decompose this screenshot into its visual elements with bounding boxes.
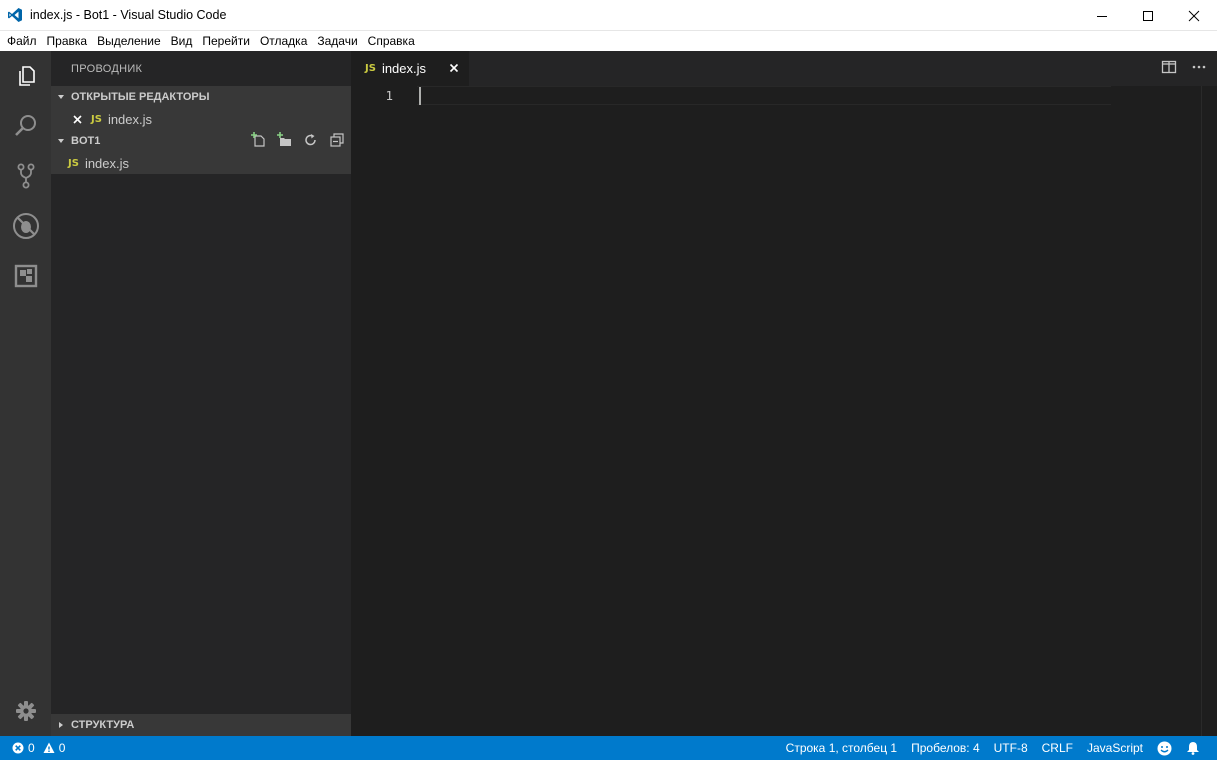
menu-edit[interactable]: Правка xyxy=(42,31,93,51)
title-bar: index.js - Bot1 - Visual Studio Code xyxy=(0,0,1217,31)
extensions-icon[interactable] xyxy=(0,251,51,301)
outline-label: СТРУКТУРА xyxy=(71,719,135,731)
error-icon xyxy=(12,742,24,754)
problems-indicator[interactable]: 0 0 xyxy=(0,741,65,755)
open-editors-header[interactable]: ОТКРЫТЫЕ РЕДАКТОРЫ xyxy=(51,86,351,108)
open-editor-item[interactable]: JS index.js xyxy=(51,108,351,130)
tab-label: index.js xyxy=(381,61,427,76)
bell-icon[interactable] xyxy=(1179,741,1207,755)
language-mode[interactable]: JavaScript xyxy=(1080,741,1150,755)
gear-icon[interactable] xyxy=(0,686,51,736)
debug-icon[interactable] xyxy=(0,201,51,251)
encoding[interactable]: UTF-8 xyxy=(987,741,1035,755)
split-editor-icon[interactable] xyxy=(1161,59,1177,78)
chevron-down-icon xyxy=(51,137,71,145)
status-bar: 0 0 Строка 1, столбец 1 Пробелов: 4 UTF-… xyxy=(0,736,1217,760)
menu-help[interactable]: Справка xyxy=(363,31,420,51)
js-file-icon: JS xyxy=(365,63,376,74)
more-actions-icon[interactable] xyxy=(1191,59,1207,78)
activity-bar xyxy=(0,51,51,736)
end-of-line[interactable]: CRLF xyxy=(1035,741,1080,755)
explorer-icon[interactable] xyxy=(0,51,51,101)
tab-index-js[interactable]: JS index.js xyxy=(351,51,469,86)
refresh-icon[interactable] xyxy=(303,132,319,151)
collapse-all-icon[interactable] xyxy=(329,132,345,151)
cursor-position[interactable]: Строка 1, столбец 1 xyxy=(779,741,904,755)
menu-tasks[interactable]: Задачи xyxy=(312,31,362,51)
explorer-sidebar: ПРОВОДНИК ОТКРЫТЫЕ РЕДАКТОРЫ JS index.js… xyxy=(51,51,351,736)
search-icon[interactable] xyxy=(0,101,51,151)
source-control-icon[interactable] xyxy=(0,151,51,201)
folder-header[interactable]: BOT1 xyxy=(51,130,351,152)
error-count: 0 xyxy=(28,741,35,755)
minimize-icon[interactable] xyxy=(1079,0,1125,31)
close-icon[interactable] xyxy=(1171,0,1217,31)
open-editors-label: ОТКРЫТЫЕ РЕДАКТОРЫ xyxy=(71,91,210,103)
menu-file[interactable]: Файл xyxy=(2,31,42,51)
warning-icon xyxy=(43,742,55,754)
menu-debug[interactable]: Отладка xyxy=(255,31,312,51)
tab-close-icon[interactable] xyxy=(447,61,461,78)
current-line-highlight xyxy=(417,86,1111,105)
menu-bar: Файл Правка Выделение Вид Перейти Отладк… xyxy=(0,31,1217,51)
menu-go[interactable]: Перейти xyxy=(197,31,255,51)
menu-view[interactable]: Вид xyxy=(166,31,198,51)
sidebar-title: ПРОВОДНИК xyxy=(71,63,143,75)
vscode-logo-icon xyxy=(0,0,30,30)
smiley-icon[interactable] xyxy=(1150,741,1179,756)
file-tree-filename: index.js xyxy=(84,155,130,171)
chevron-right-icon xyxy=(51,721,71,729)
code-editor[interactable]: 1 xyxy=(351,86,1201,736)
new-file-icon[interactable] xyxy=(251,131,267,151)
window-title: index.js - Bot1 - Visual Studio Code xyxy=(30,8,227,22)
open-editor-filename: index.js xyxy=(107,111,153,127)
vertical-scrollbar[interactable] xyxy=(1201,86,1217,736)
js-file-icon: JS xyxy=(68,157,79,169)
indentation[interactable]: Пробелов: 4 xyxy=(904,741,987,755)
maximize-icon[interactable] xyxy=(1125,0,1171,31)
outline-header[interactable]: СТРУКТУРА xyxy=(51,714,351,736)
line-number: 1 xyxy=(385,88,393,103)
text-cursor xyxy=(419,87,421,105)
chevron-down-icon xyxy=(51,93,71,101)
warning-count: 0 xyxy=(58,741,66,755)
js-file-icon: JS xyxy=(91,113,102,125)
editor-tab-bar: JS index.js xyxy=(351,51,1217,86)
folder-label: BOT1 xyxy=(71,135,101,147)
close-icon[interactable] xyxy=(73,114,85,124)
new-folder-icon[interactable] xyxy=(277,131,293,151)
menu-selection[interactable]: Выделение xyxy=(92,31,166,51)
file-tree-item[interactable]: JS index.js xyxy=(51,152,351,174)
